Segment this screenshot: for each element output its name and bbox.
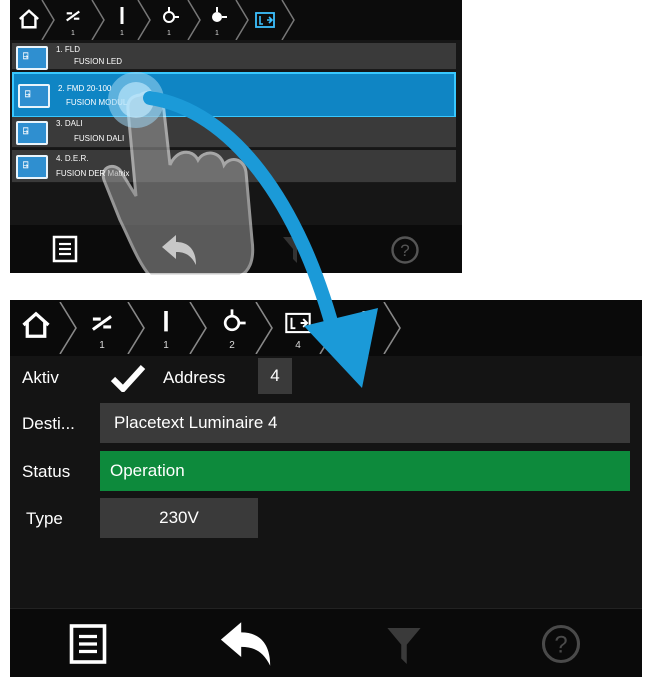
list-icon[interactable] xyxy=(52,235,78,263)
list-item-selected[interactable]: ⍈ 2. FMD 20-100 FUSION MODUL xyxy=(12,72,456,118)
exit-sign-icon: ⍈ xyxy=(16,121,48,145)
list-item-subtitle: FUSION DALI xyxy=(74,134,125,143)
bottom-screen: 1 1 2 4 Aktiv Address 4 Desti... Placete… xyxy=(10,300,642,677)
list-item-title: 1. FLD xyxy=(56,45,81,54)
aktiv-label: Aktiv xyxy=(22,368,59,387)
help-icon[interactable]: ? xyxy=(390,235,420,265)
breadcrumb-count: 1 xyxy=(163,340,169,351)
exit-sign-icon xyxy=(285,312,311,334)
breadcrumb-level-2[interactable]: 1 xyxy=(152,304,180,351)
breadcrumb: 1 1 2 4 xyxy=(10,300,642,356)
disconnect-icon xyxy=(66,10,80,22)
exit-sign-icon: ⍈ xyxy=(18,84,50,108)
exit-sign-icon: ⍈ xyxy=(16,155,48,179)
home-icon xyxy=(22,311,50,338)
breadcrumb-level-5[interactable] xyxy=(350,304,378,341)
svg-text:?: ? xyxy=(400,241,409,260)
list-item[interactable]: ⍈ 3. DALI FUSION DALI xyxy=(12,117,456,148)
breadcrumb-count: 1 xyxy=(99,340,105,351)
breadcrumb-level-1[interactable]: 1 xyxy=(86,304,118,351)
list-item-subtitle: FUSION LED xyxy=(74,57,123,66)
info-icon xyxy=(361,311,367,334)
disconnect-icon xyxy=(91,315,113,331)
home-icon xyxy=(19,9,39,29)
list-item-title: 4. D.E.R. xyxy=(56,154,89,163)
breadcrumb-level-4[interactable]: 1 xyxy=(204,0,230,37)
back-arrow-icon[interactable] xyxy=(160,233,200,267)
list-item-title: 2. FMD 20-100 xyxy=(58,84,112,93)
list-item-title: 3. DALI xyxy=(56,119,83,128)
breadcrumb-level-3[interactable]: 2 xyxy=(216,304,248,351)
breadcrumb-level-1[interactable]: 1 xyxy=(60,0,86,37)
type-field[interactable]: 230V xyxy=(100,498,258,538)
exit-sign-icon xyxy=(255,12,275,28)
breadcrumb: 1 1 1 1 xyxy=(10,0,462,40)
list-icon[interactable] xyxy=(68,623,108,665)
destination-label: Desti... xyxy=(22,414,75,433)
breadcrumb-level-3[interactable]: 1 xyxy=(156,0,182,37)
back-arrow-icon[interactable] xyxy=(218,619,276,669)
status-field: Operation xyxy=(100,451,630,491)
svg-text:?: ? xyxy=(554,631,567,658)
breadcrumb-count: 1 xyxy=(71,30,75,37)
filter-icon[interactable] xyxy=(282,235,308,265)
bulb-icon xyxy=(212,7,227,22)
aktiv-checkbox[interactable] xyxy=(110,364,146,392)
list-item-subtitle: FUSION DER Matrix xyxy=(56,169,130,178)
filter-icon[interactable] xyxy=(386,625,422,667)
address-field[interactable]: 4 xyxy=(258,358,292,394)
line-icon xyxy=(120,7,124,24)
address-label: Address xyxy=(163,368,226,387)
top-screen: 1 1 1 1 ⍈ 1. FLD FUSION LED ⍈ 2. FMD 20-… xyxy=(10,0,462,273)
exit-sign-icon: ⍈ xyxy=(16,46,48,70)
bottom-toolbar: ? xyxy=(10,608,642,677)
breadcrumb-count: 1 xyxy=(215,30,219,37)
type-label: Type xyxy=(26,509,63,528)
list-item[interactable]: ⍈ 1. FLD FUSION LED xyxy=(12,43,456,70)
breadcrumb-level-4[interactable]: 4 xyxy=(282,304,314,351)
help-icon[interactable]: ? xyxy=(540,623,582,665)
bottom-toolbar: ? xyxy=(10,225,462,273)
breadcrumb-count: 4 xyxy=(295,340,301,351)
status-label: Status xyxy=(22,462,71,481)
breadcrumb-home[interactable] xyxy=(16,0,42,35)
breadcrumb-level-5[interactable] xyxy=(252,0,278,33)
luminaire-icon xyxy=(163,7,179,23)
breadcrumb-count: 1 xyxy=(167,30,171,37)
destination-field[interactable]: Placetext Luminaire 4 xyxy=(100,403,630,443)
breadcrumb-count: 2 xyxy=(229,340,235,351)
breadcrumb-level-2[interactable]: 1 xyxy=(110,0,134,37)
line-icon xyxy=(164,311,168,332)
list-item-subtitle: FUSION MODUL xyxy=(66,98,128,107)
breadcrumb-count: 1 xyxy=(120,30,124,37)
breadcrumb-home[interactable] xyxy=(18,304,54,345)
list-item[interactable]: ⍈ 4. D.E.R. FUSION DER Matrix xyxy=(12,150,456,183)
luminaire-icon xyxy=(223,309,246,332)
